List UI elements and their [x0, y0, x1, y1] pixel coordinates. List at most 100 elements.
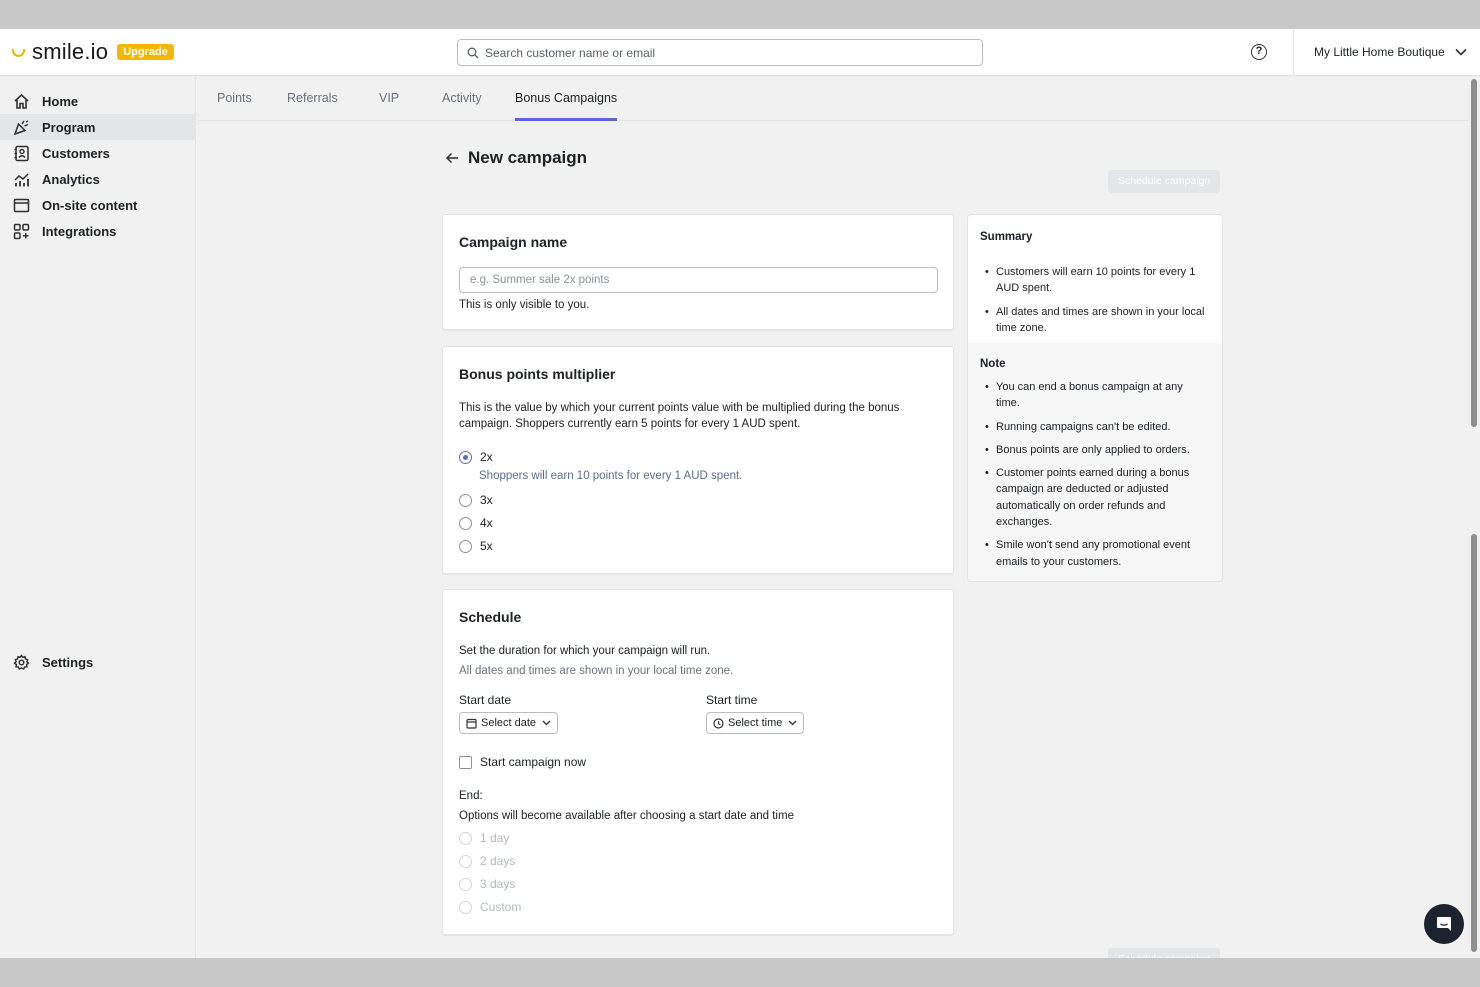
sidebar-item-label: Settings: [42, 654, 94, 670]
summary-item: All dates and times are shown in your lo…: [985, 304, 1209, 337]
sidebar-item-home[interactable]: Home: [0, 88, 196, 114]
multiplier-description: This is the value by which your current …: [459, 402, 900, 430]
party-icon: [12, 118, 30, 136]
radio-label: 2x: [480, 450, 493, 464]
chevron-down-icon: [542, 720, 551, 726]
sidebar-item-label: Integrations: [42, 223, 117, 239]
back-arrow-icon[interactable]: [445, 152, 459, 164]
radio-button[interactable]: [459, 450, 472, 464]
end-label: End:: [459, 790, 483, 802]
schedule-campaign-button-bottom[interactable]: Schedule campaign: [1108, 948, 1221, 958]
tab-vip[interactable]: VIP: [379, 76, 399, 121]
end-option-1-day[interactable]: 1 day: [459, 831, 509, 845]
tab-bar: Points Referrals VIP Activity Bonus Camp…: [197, 76, 1480, 121]
sidebar-item-label: Customers: [42, 145, 110, 161]
select-time-label: Select time: [728, 717, 783, 729]
logo[interactable]: smile.io Upgrade: [12, 39, 174, 65]
upgrade-badge[interactable]: Upgrade: [117, 44, 174, 60]
radio-button[interactable]: [459, 831, 472, 845]
store-name: My Little Home Boutique: [1314, 45, 1445, 59]
sidebar-item-settings[interactable]: Settings: [0, 649, 196, 675]
main-content: Points Referrals VIP Activity Bonus Camp…: [197, 76, 1480, 958]
note-list: You can end a bonus campaign at any time…: [985, 379, 1209, 577]
search-input[interactable]: [485, 45, 965, 60]
sidebar-item-customers[interactable]: Customers: [0, 140, 196, 166]
summary-list: Customers will earn 10 points for every …: [985, 264, 1209, 343]
sidebar-item-analytics[interactable]: Analytics: [0, 166, 196, 192]
radio-button[interactable]: [459, 493, 472, 507]
tab-points[interactable]: Points: [217, 76, 252, 121]
end-option-custom[interactable]: Custom: [459, 900, 521, 914]
sidebar-item-integrations[interactable]: Integrations: [0, 218, 196, 244]
brand-name: smile.io: [32, 39, 109, 64]
page-title: New campaign: [468, 148, 588, 167]
start-time-label: Start time: [706, 693, 758, 707]
note-item: You can end a bonus campaign at any time…: [985, 379, 1209, 412]
help-icon[interactable]: ?: [1251, 44, 1267, 60]
multiplier-option-3x[interactable]: 3x: [459, 493, 493, 507]
radio-button[interactable]: [459, 539, 472, 553]
radio-label: 3x: [480, 493, 493, 507]
chat-icon: [1437, 917, 1451, 931]
radio-label: 5x: [480, 539, 493, 553]
radio-label: 1 day: [480, 831, 510, 845]
scrollbar-thumb[interactable]: [1471, 79, 1477, 427]
tab-activity[interactable]: Activity: [442, 76, 482, 121]
multiplier-option-4x[interactable]: 4x: [459, 516, 493, 530]
radio-button[interactable]: [459, 516, 472, 530]
multiplier-card: Bonus points multiplier This is the valu…: [442, 346, 954, 574]
campaign-name-input[interactable]: [459, 267, 938, 293]
campaign-name-title: Campaign name: [459, 234, 568, 250]
note-item: Smile won't send any promotional event e…: [985, 537, 1209, 570]
radio-button[interactable]: [459, 900, 472, 914]
contacts-icon: [12, 144, 30, 162]
calendar-icon: [466, 718, 477, 729]
home-icon: [12, 92, 30, 110]
sidebar-item-on-site-content[interactable]: On-site content: [0, 192, 196, 218]
schedule-title: Schedule: [459, 609, 522, 625]
chat-launcher-button[interactable]: [1424, 904, 1464, 944]
end-option-3-days[interactable]: 3 days: [459, 877, 515, 891]
schedule-campaign-button-top[interactable]: Schedule campaign: [1108, 170, 1221, 193]
radio-button[interactable]: [459, 854, 472, 868]
tab-bonus-campaigns[interactable]: Bonus Campaigns: [515, 76, 618, 121]
multiplier-option-5x[interactable]: 5x: [459, 539, 493, 553]
sidebar-item-label: On-site content: [42, 197, 138, 213]
smile-logo-icon: [12, 49, 25, 57]
multiplier-hint: Shoppers will earn 10 points for every 1…: [479, 470, 743, 482]
note-item: Customer points earned during a bonus ca…: [985, 465, 1209, 530]
start-date-label: Start date: [459, 693, 512, 707]
app-window: smile.io Upgrade ? My Little Home Boutiq…: [0, 29, 1480, 958]
clock-icon: [713, 717, 724, 729]
radio-button[interactable]: [459, 877, 472, 891]
note-title: Note: [980, 358, 1006, 370]
tab-referrals[interactable]: Referrals: [287, 76, 338, 121]
chevron-down-icon: [1455, 48, 1467, 56]
sidebar-item-label: Program: [42, 119, 96, 135]
schedule-description: Set the duration for which your campaign…: [459, 645, 711, 657]
summary-item: Customers will earn 10 points for every …: [985, 264, 1209, 297]
campaign-name-helper: This is only visible to you.: [459, 299, 590, 311]
scrollbar-thumb[interactable]: [1471, 534, 1477, 952]
start-now-checkbox[interactable]: [459, 755, 472, 769]
search-box[interactable]: [457, 39, 983, 66]
sidebar-item-program[interactable]: Program: [0, 114, 196, 140]
select-date-label: Select date: [481, 717, 537, 729]
browser-icon: [12, 196, 30, 214]
end-option-2-days[interactable]: 2 days: [459, 854, 515, 868]
start-now-label: Start campaign now: [480, 755, 587, 769]
select-time-button[interactable]: Select time: [706, 712, 805, 734]
radio-label: 4x: [480, 516, 493, 530]
select-date-button[interactable]: Select date: [459, 712, 559, 734]
radio-label: 3 days: [480, 877, 516, 891]
note-item: Bonus points are only applied to orders.: [985, 442, 1209, 459]
chevron-down-icon: [788, 720, 797, 726]
scrollbar[interactable]: [1469, 76, 1480, 958]
store-switcher[interactable]: My Little Home Boutique: [1293, 29, 1480, 75]
start-now-checkbox-row[interactable]: Start campaign now: [459, 755, 586, 769]
radio-label: 2 days: [480, 854, 516, 868]
multiplier-option-2x[interactable]: 2x: [459, 450, 493, 464]
end-hint: Options will become available after choo…: [459, 810, 794, 822]
gear-icon: [12, 653, 30, 671]
sidebar: Home Program Customers Analytics On-site…: [0, 76, 196, 958]
